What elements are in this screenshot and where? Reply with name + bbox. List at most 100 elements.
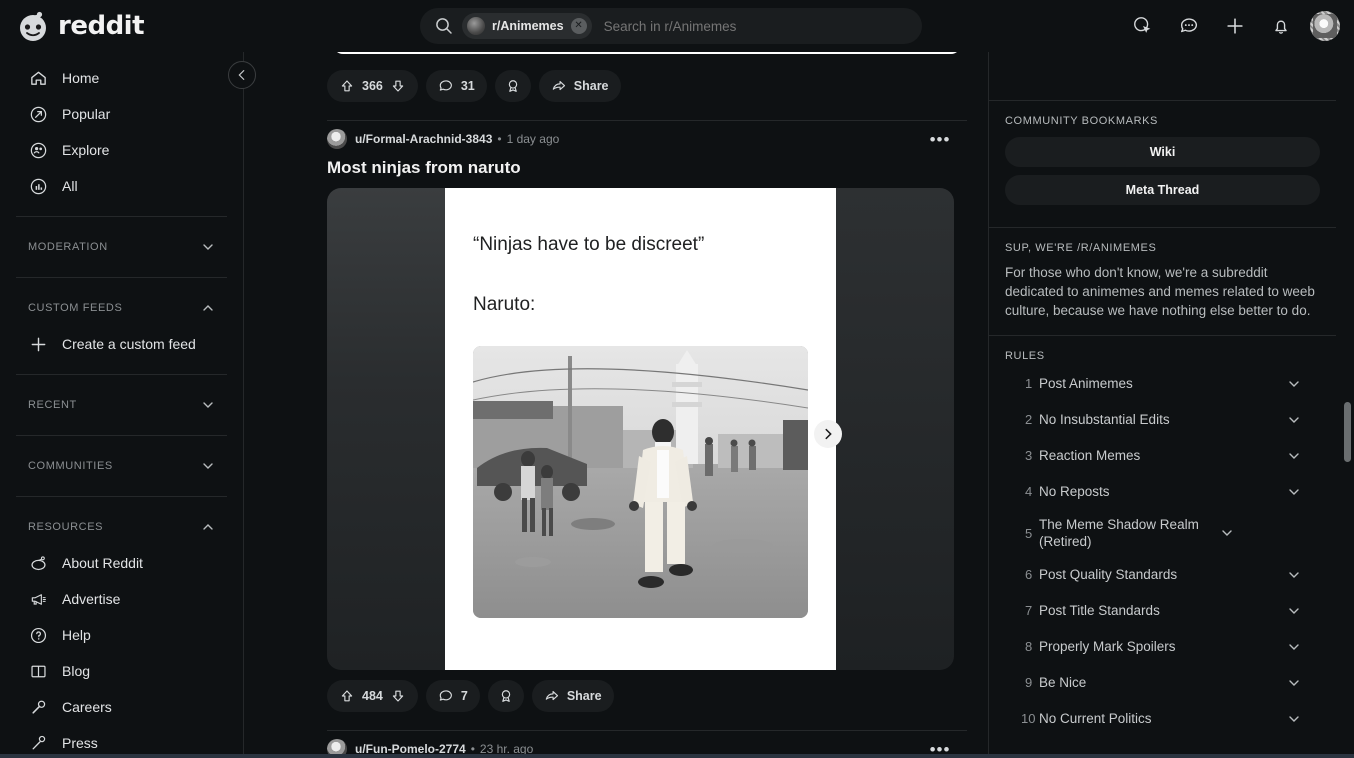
explore-people-icon: [28, 140, 48, 160]
sidebar-item-create-custom-feed[interactable]: Create a custom feed: [12, 326, 231, 362]
comments-button[interactable]: 7: [425, 680, 480, 713]
chevron-down-icon: [1286, 711, 1302, 727]
post-author[interactable]: u/Formal-Arachnid-3843: [355, 132, 492, 146]
previous-post-media-tail: [327, 52, 967, 60]
chat-icon[interactable]: [1172, 9, 1206, 43]
about-description: For those who don't know, we're a subred…: [1005, 265, 1315, 318]
post-timestamp: 1 day ago: [506, 132, 560, 146]
vote-group[interactable]: 484: [327, 680, 418, 713]
window-bottom-strip: [0, 754, 1354, 758]
rule-label: The Meme Shadow Realm (Retired): [1039, 516, 1199, 550]
sidebar-item-label: Create a custom feed: [62, 336, 196, 352]
sidebar-item-blog[interactable]: Blog: [12, 653, 231, 689]
award-button[interactable]: [487, 680, 524, 713]
rule-item[interactable]: 6 Post Quality Standards: [1005, 557, 1320, 593]
sidebar-section-communities[interactable]: COMMUNITIES: [12, 448, 231, 484]
sidebar-item-explore[interactable]: Explore: [12, 132, 231, 168]
home-icon: [28, 68, 48, 88]
share-button[interactable]: Share: [538, 70, 621, 102]
post-header: u/Formal-Arachnid-3843 • 1 day ago •••: [327, 121, 967, 153]
avatar[interactable]: [327, 129, 347, 149]
meme-image: “Ninjas have to be discreet” Naruto:: [445, 188, 836, 671]
rule-label: No Reposts: [1039, 483, 1110, 499]
rule-item[interactable]: 1 Post Animemes: [1005, 366, 1320, 402]
sidebar-item-label: Press: [62, 735, 98, 751]
post-action-bar: 484 7 Share: [327, 670, 967, 722]
vote-group[interactable]: 366: [327, 70, 418, 102]
downvote-arrow-icon[interactable]: [390, 78, 406, 94]
avatar[interactable]: [1310, 11, 1340, 41]
reddit-alien-icon: [16, 9, 50, 43]
post-title[interactable]: Most ninjas from naruto: [327, 153, 967, 188]
community-sidebar: COMMUNITY BOOKMARKS Wiki Meta Thread SUP…: [988, 52, 1336, 758]
share-label: Share: [573, 79, 609, 93]
rule-item[interactable]: 8 Properly Mark Spoilers: [1005, 629, 1320, 665]
rule-label: No Current Politics: [1039, 710, 1152, 726]
overflow-menu-icon[interactable]: •••: [927, 127, 953, 153]
bookmark-wiki-button[interactable]: Wiki: [1005, 137, 1320, 167]
sidebar-item-label: All: [62, 178, 78, 194]
sidebar-item-careers[interactable]: Careers: [12, 689, 231, 725]
upvote-arrow-icon[interactable]: [339, 78, 355, 94]
rule-item[interactable]: 5 The Meme Shadow Realm (Retired): [1005, 510, 1320, 557]
rule-item[interactable]: 9 Be Nice: [1005, 665, 1320, 701]
collapse-sidebar-button[interactable]: [228, 61, 256, 89]
sidebar-item-all[interactable]: All: [12, 168, 231, 204]
chevron-down-icon: [1286, 412, 1302, 428]
top-navigation-bar: reddit r/Animemes ✕: [0, 0, 1354, 52]
section-title: CUSTOM FEEDS: [28, 302, 123, 314]
chevron-down-icon: [1286, 448, 1302, 464]
sidebar-section-recent[interactable]: RECENT: [12, 387, 231, 423]
community-about-section: SUP, WE'RE /R/ANIMEMES For those who don…: [989, 228, 1336, 335]
chevron-down-icon: [1286, 376, 1302, 392]
section-title: COMMUNITIES: [28, 460, 113, 472]
rule-item[interactable]: 10 No Current Politics: [1005, 701, 1320, 737]
downvote-arrow-icon[interactable]: [390, 688, 406, 704]
sidebar-item-help[interactable]: Help: [12, 617, 231, 653]
upvote-arrow-icon[interactable]: [339, 688, 355, 704]
help-question-icon: [28, 625, 48, 645]
award-button[interactable]: [494, 70, 531, 102]
chevron-up-icon: [201, 520, 215, 534]
rule-item[interactable]: 2 No Insubstantial Edits: [1005, 402, 1320, 438]
rule-label: Post Quality Standards: [1039, 566, 1178, 582]
rule-item[interactable]: 4 No Reposts: [1005, 474, 1320, 510]
sidebar-item-popular[interactable]: Popular: [12, 96, 231, 132]
share-button[interactable]: Share: [531, 680, 614, 713]
search-bar[interactable]: r/Animemes ✕: [420, 8, 922, 44]
page-scrollbar[interactable]: [1340, 52, 1354, 758]
search-input[interactable]: [603, 18, 912, 34]
rule-item[interactable]: 7 Post Title Standards: [1005, 593, 1320, 629]
sidebar-item-label: Popular: [62, 106, 111, 122]
post-media[interactable]: “Ninjas have to be discreet” Naruto:: [327, 188, 954, 671]
rule-number: 9: [1025, 675, 1033, 691]
sidebar-section-custom-feeds[interactable]: CUSTOM FEEDS: [12, 290, 231, 326]
create-post-icon[interactable]: [1218, 9, 1252, 43]
bookmark-meta-thread-button[interactable]: Meta Thread: [1005, 175, 1320, 205]
share-arrow-icon: [544, 688, 560, 704]
comments-button[interactable]: 31: [425, 70, 487, 102]
sidebar-item-advertise[interactable]: Advertise: [12, 581, 231, 617]
search-scope-chip[interactable]: r/Animemes ✕: [462, 13, 592, 39]
book-icon: [28, 661, 48, 681]
close-icon[interactable]: ✕: [570, 18, 587, 34]
sidebar-item-label: Explore: [62, 142, 110, 158]
notifications-bell-icon[interactable]: [1264, 9, 1298, 43]
award-icon: [498, 688, 514, 704]
chevron-down-icon: [1286, 603, 1302, 619]
rule-number: 3: [1025, 448, 1033, 464]
sidebar-item-label: Help: [62, 627, 91, 643]
chevron-up-icon: [201, 301, 215, 315]
scrollbar-thumb[interactable]: [1344, 402, 1351, 462]
sidebar-item-home[interactable]: Home: [12, 60, 231, 96]
chevron-down-icon: [201, 459, 215, 473]
advertise-icon[interactable]: [1126, 9, 1160, 43]
meme-caption-line-2: Naruto:: [473, 293, 536, 315]
share-label: Share: [566, 689, 602, 704]
rule-item[interactable]: 3 Reaction Memes: [1005, 438, 1320, 474]
sidebar-section-resources[interactable]: RESOURCES: [12, 509, 231, 545]
post-action-bar: 366 31 Share: [327, 60, 967, 112]
sidebar-item-about-reddit[interactable]: About Reddit: [12, 545, 231, 581]
sidebar-section-moderation[interactable]: MODERATION: [12, 229, 231, 265]
reddit-logo[interactable]: reddit: [16, 9, 244, 43]
